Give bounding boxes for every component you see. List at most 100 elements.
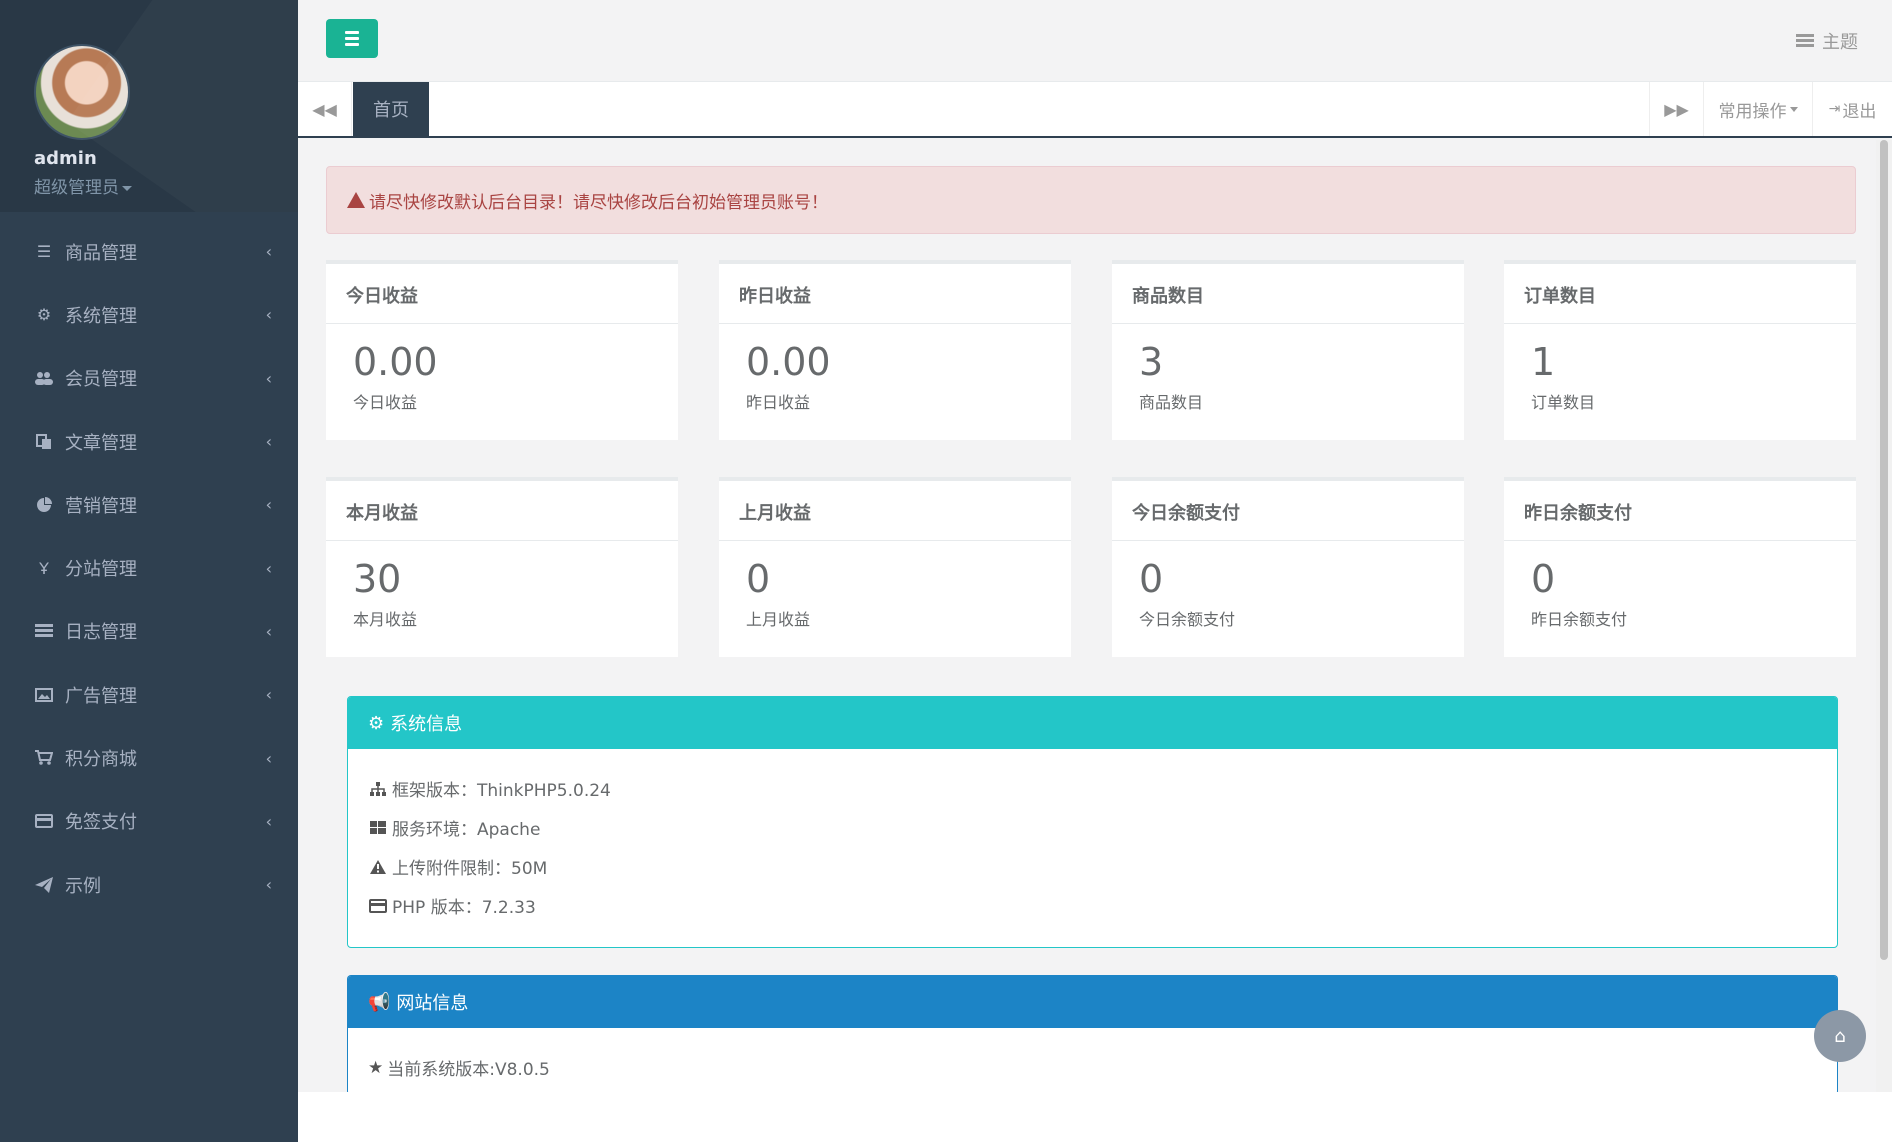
panel-body: ★ 当前系统版本:V8.0.5 (348, 1028, 1837, 1087)
hamburger-icon (345, 31, 359, 34)
stat-card-last-month-income: 上月收益 0 上月收益 (719, 477, 1071, 657)
stat-subtitle: 上月收益 (746, 609, 811, 629)
profile-name[interactable]: admin (34, 148, 298, 169)
sidebar-item-members[interactable]: 会员管理 ‹ (0, 347, 298, 410)
gear-icon: ⚙ (36, 305, 52, 325)
caret-down-icon (1789, 106, 1798, 112)
pie-chart-icon (33, 496, 55, 513)
stat-card-today-income: 今日收益 0.00 今日收益 (326, 260, 678, 440)
sidebar-item-label: 系统管理 (65, 305, 137, 327)
list-icon: ☰ (36, 242, 52, 262)
warning-icon (347, 192, 365, 208)
sidebar-item-articles[interactable]: 文章管理 ‹ (0, 410, 298, 473)
common-operations-dropdown[interactable]: 常用操作 (1703, 82, 1812, 136)
footer-strip (298, 1092, 1892, 1142)
theme-button[interactable]: 主题 (1796, 28, 1858, 54)
tabs-scroll-left-button[interactable]: ◀◀ (298, 82, 352, 136)
sidebar-item-logs[interactable]: 日志管理 ‹ (0, 600, 298, 663)
tabs-scroll-right-button[interactable]: ▶▶ (1649, 82, 1703, 136)
stat-card-today-balance-pay: 今日余额支付 0 今日余额支付 (1112, 477, 1464, 657)
stat-value: 1 (1531, 340, 1556, 384)
credit-card-icon (33, 814, 55, 829)
stat-subtitle: 商品数目 (1139, 392, 1204, 412)
chevron-left-icon: ‹ (265, 558, 272, 578)
chevron-left-icon: ‹ (265, 305, 272, 325)
sidebar-item-label: 示例 (65, 875, 101, 897)
sidebar-item-marketing[interactable]: 营销管理 ‹ (0, 473, 298, 536)
top-navbar: 主题 (298, 0, 1892, 82)
menu-toggle-button[interactable] (326, 19, 378, 58)
stat-subtitle: 今日收益 (353, 392, 418, 412)
chevron-left-icon: ‹ (265, 495, 272, 515)
chevron-left-icon: ‹ (265, 685, 272, 705)
avatar[interactable] (34, 44, 130, 140)
stat-value: 0 (1531, 557, 1556, 601)
stat-subtitle: 昨日收益 (746, 392, 811, 412)
sidebar-item-points-mall[interactable]: 积分商城 ‹ (0, 726, 298, 789)
credit-card-icon (368, 898, 388, 913)
logout-button[interactable]: ⇥ 退出 (1812, 82, 1892, 136)
sidebar-item-label: 分站管理 (65, 559, 137, 581)
sidebar-item-label: 会员管理 (65, 369, 137, 391)
warning-alert: 请尽快修改默认后台目录！请尽快修改后台初始管理员账号！ (326, 166, 1856, 234)
info-row-framework: 框架版本：ThinkPHP5.0.24 (368, 769, 1837, 808)
tree-icon: Ұ (39, 558, 49, 578)
sidebar-item-label: 商品管理 (65, 242, 137, 264)
stat-value: 0 (1139, 557, 1164, 601)
logout-label: 退出 (1842, 101, 1877, 122)
stat-card-yesterday-balance-pay: 昨日余额支付 0 昨日余额支付 (1504, 477, 1856, 657)
tasks-icon (1796, 34, 1814, 48)
info-text: PHP 版本：7.2.33 (392, 898, 536, 918)
hamburger-icon (345, 43, 359, 46)
stat-card-yesterday-income: 昨日收益 0.00 昨日收益 (719, 260, 1071, 440)
stat-card-order-count: 订单数目 1 订单数目 (1504, 260, 1856, 440)
chevron-left-icon: ‹ (265, 432, 272, 452)
sidebar-item-goods[interactable]: ☰ 商品管理 ‹ (0, 220, 298, 283)
stat-title: 今日余额支付 (1112, 481, 1464, 541)
sidebar-item-label: 文章管理 (65, 432, 137, 454)
windows-icon (368, 820, 388, 835)
chevron-left-icon: ‹ (265, 621, 272, 641)
sidebar-item-substation[interactable]: Ұ 分站管理 ‹ (0, 536, 298, 599)
scrollbar-thumb[interactable] (1880, 140, 1888, 960)
sidebar-item-system[interactable]: ⚙ 系统管理 ‹ (0, 283, 298, 346)
picture-icon (33, 687, 55, 702)
home-floating-button[interactable]: ⌂ (1814, 1010, 1866, 1062)
info-text: 上传附件限制：50M (392, 859, 548, 879)
home-icon: ⌂ (1834, 1025, 1846, 1047)
info-row-version: ★ 当前系统版本:V8.0.5 (368, 1048, 1837, 1087)
bullhorn-icon: 📢 (368, 991, 391, 1013)
panel-body: 框架版本：ThinkPHP5.0.24 服务环境：Apache 上传附件限制：5… (348, 749, 1837, 925)
stat-title: 本月收益 (326, 481, 678, 541)
info-text: 框架版本：ThinkPHP5.0.24 (392, 781, 611, 801)
theme-label: 主题 (1822, 32, 1858, 53)
profile-panel: admin 超级管理员 (0, 0, 298, 212)
warning-icon (368, 859, 388, 874)
sidebar-item-ads[interactable]: 广告管理 ‹ (0, 663, 298, 726)
chevron-left-icon: ‹ (265, 368, 272, 388)
paper-plane-icon (33, 876, 55, 893)
info-text: 当前系统版本:V8.0.5 (387, 1060, 550, 1080)
sidebar-item-label: 广告管理 (65, 685, 137, 707)
panel-heading: ⚙ 系统信息 (348, 697, 1837, 749)
tab-home[interactable]: 首页 (353, 82, 429, 136)
sidebar-item-pay[interactable]: 免签支付 ‹ (0, 790, 298, 853)
sidebar-item-example[interactable]: 示例 ‹ (0, 853, 298, 916)
stat-value: 3 (1139, 340, 1164, 384)
panel-title: 系统信息 (390, 714, 463, 735)
stat-title: 订单数目 (1504, 264, 1856, 324)
stat-title: 昨日余额支付 (1504, 481, 1856, 541)
content-scrollbar[interactable] (1876, 140, 1892, 1092)
cart-icon (33, 750, 55, 766)
stat-value: 0 (746, 557, 771, 601)
sidebar-item-label: 积分商城 (65, 749, 137, 771)
forward-icon: ▶▶ (1664, 99, 1689, 119)
info-text: 服务环境：Apache (392, 820, 541, 840)
info-row-server: 服务环境：Apache (368, 808, 1837, 847)
profile-role-dropdown[interactable]: 超级管理员 (34, 173, 298, 198)
sidebar: admin 超级管理员 ☰ 商品管理 ‹ ⚙ 系统管理 ‹ 会员管理 ‹ 文章管… (0, 0, 298, 1142)
stat-value: 0.00 (746, 340, 831, 384)
sitemap-icon (368, 781, 388, 796)
star-icon: ★ (368, 1057, 384, 1078)
chevron-left-icon: ‹ (265, 748, 272, 768)
